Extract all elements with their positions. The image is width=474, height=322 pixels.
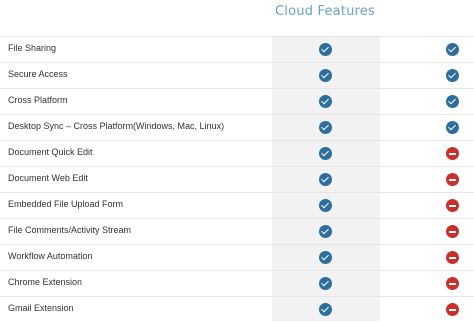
check-icon (319, 43, 332, 56)
compare-feature-cell (446, 147, 459, 160)
feature-label: Cross Platform (8, 95, 68, 105)
cloud-feature-cell (319, 303, 332, 316)
check-icon (319, 173, 332, 186)
table-row: File Comments/Activity Stream (0, 218, 474, 244)
no-icon (446, 147, 459, 160)
no-icon (446, 225, 459, 238)
check-icon (319, 225, 332, 238)
table-row: File Sharing (0, 36, 474, 62)
check-icon (319, 199, 332, 212)
feature-label: Workflow Automation (8, 251, 93, 261)
table-row: Cross Platform (0, 88, 474, 114)
compare-feature-cell (446, 95, 459, 108)
compare-feature-cell (446, 43, 459, 56)
feature-comparison-table: File Sharing Secure Access Cross Platfor… (0, 36, 474, 322)
check-icon (319, 147, 332, 160)
check-icon (319, 95, 332, 108)
no-icon (446, 199, 459, 212)
cloud-feature-cell (319, 95, 332, 108)
no-icon (446, 173, 459, 186)
compare-feature-cell (446, 277, 459, 290)
feature-label: File Comments/Activity Stream (8, 225, 132, 235)
table-row: Gmail Extension (0, 296, 474, 322)
table-row: Desktop Sync – Cross Platform(Windows, M… (0, 114, 474, 140)
compare-feature-cell (446, 303, 459, 316)
table-row: Workflow Automation (0, 244, 474, 270)
check-icon (446, 121, 459, 134)
compare-feature-cell (446, 225, 459, 238)
comparison-header: Cloud Features (0, 0, 474, 36)
cloud-feature-cell (319, 225, 332, 238)
column-title-cloud-features: Cloud Features (275, 4, 375, 19)
check-icon (446, 69, 459, 82)
table-row: Secure Access (0, 62, 474, 88)
feature-label: Document Web Edit (8, 173, 88, 183)
compare-feature-cell (446, 199, 459, 212)
table-row: Chrome Extension (0, 270, 474, 296)
no-icon (446, 251, 459, 264)
feature-label: Embedded File Upload Form (8, 199, 124, 209)
cloud-feature-cell (319, 69, 332, 82)
cloud-feature-cell (319, 251, 332, 264)
feature-label: Chrome Extension (8, 277, 83, 287)
cloud-feature-cell (319, 121, 332, 134)
cloud-feature-cell (319, 199, 332, 212)
compare-feature-cell (446, 69, 459, 82)
cloud-feature-cell (319, 277, 332, 290)
table-row: Embedded File Upload Form (0, 192, 474, 218)
check-icon (319, 303, 332, 316)
no-icon (446, 277, 459, 290)
feature-label: Secure Access (8, 69, 68, 79)
feature-label: Document Quick Edit (8, 147, 93, 157)
compare-feature-cell (446, 251, 459, 264)
check-icon (446, 43, 459, 56)
compare-feature-cell (446, 121, 459, 134)
table-row: Document Web Edit (0, 166, 474, 192)
check-icon (319, 251, 332, 264)
check-icon (319, 69, 332, 82)
cloud-feature-cell (319, 147, 332, 160)
feature-label: File Sharing (8, 43, 57, 53)
compare-feature-cell (446, 173, 459, 186)
cloud-feature-cell (319, 43, 332, 56)
no-icon (446, 303, 459, 316)
check-icon (446, 95, 459, 108)
check-icon (319, 121, 332, 134)
check-icon (319, 277, 332, 290)
cloud-feature-cell (319, 173, 332, 186)
feature-label: Gmail Extension (8, 303, 74, 313)
feature-label: Desktop Sync – Cross Platform(Windows, M… (8, 121, 225, 131)
table-row: Document Quick Edit (0, 140, 474, 166)
